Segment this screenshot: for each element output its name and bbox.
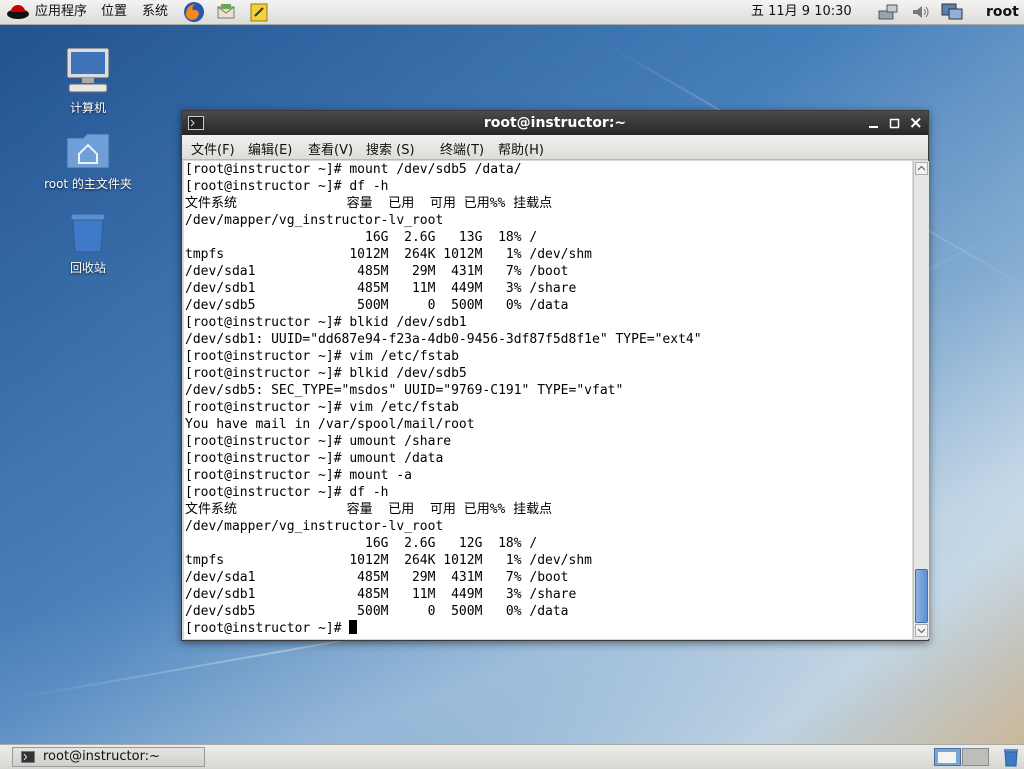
terminal-taskbar-icon [21, 751, 35, 763]
terminal-line: [root@instructor ~]# umount /share [185, 433, 702, 450]
menu-file[interactable]: 文件(F) [191, 139, 235, 158]
terminal-line: 文件系统 容量 已用 可用 已用%% 挂载点 [185, 501, 702, 518]
menu-help[interactable]: 帮助(H) [498, 139, 544, 158]
terminal-line: tmpfs 1012M 264K 1012M 1% /dev/shm [185, 246, 702, 263]
terminal-menubar: 文件(F) 编辑(E) 查看(V) 搜索 (S) 终端(T) 帮助(H) [182, 135, 928, 160]
taskbar-terminal-label: root@instructor:~ [43, 748, 160, 766]
terminal-line: You have mail in /var/spool/mail/root [185, 416, 702, 433]
network-icon[interactable] [877, 3, 899, 21]
applications-menu[interactable]: 应用程序 [35, 3, 87, 21]
terminal-window-icon[interactable] [188, 116, 204, 130]
desktop-icon-label: 计算机 [38, 99, 138, 116]
terminal-line: /dev/sdb5 500M 0 500M 0% /data [185, 297, 702, 314]
terminal-line: 文件系统 容量 已用 可用 已用%% 挂载点 [185, 195, 702, 212]
workspace-2[interactable] [962, 748, 989, 766]
terminal-line: 16G 2.6G 13G 18% / [185, 229, 702, 246]
taskbar-terminal-button[interactable]: root@instructor:~ [12, 747, 205, 767]
terminal-line: [root@instructor ~]# umount /data [185, 450, 702, 467]
desktop-icon-label: 回收站 [38, 259, 138, 276]
terminal-line: tmpfs 1012M 264K 1012M 1% /dev/shm [185, 552, 702, 569]
redhat-logo-icon[interactable] [6, 3, 30, 21]
user-name[interactable]: root [986, 3, 1019, 21]
terminal-title: root@instructor:~ [484, 115, 626, 131]
menu-search[interactable]: 搜索 (S) [366, 139, 415, 158]
firefox-icon[interactable] [183, 1, 205, 23]
terminal-line: [root@instructor ~]# df -h [185, 484, 702, 501]
bottom-panel: root@instructor:~ [0, 744, 1024, 769]
scrollbar-thumb[interactable] [915, 569, 928, 623]
workspace-window-thumb [938, 752, 956, 763]
terminal-line: /dev/sdb5: SEC_TYPE="msdos" UUID="9769-C… [185, 382, 702, 399]
terminal-line: /dev/sdb5 500M 0 500M 0% /data [185, 603, 702, 620]
terminal-output[interactable]: [root@instructor ~]# mount /dev/sdb5 /da… [184, 161, 912, 639]
desktop-icon-label: root 的主文件夹 [38, 175, 138, 192]
top-panel: 应用程序 位置 系统 五 11月 9 10:30 root [0, 0, 1024, 25]
mail-client-icon[interactable] [215, 1, 237, 23]
terminal-window[interactable]: root@instructor:~ 文件(F) 编辑(E) 查看(V) 搜索 (… [181, 110, 929, 641]
clock[interactable]: 五 11月 9 10:30 [751, 3, 852, 21]
terminal-line: [root@instructor ~]# vim /etc/fstab [185, 399, 702, 416]
terminal-line: [root@instructor ~]# blkid /dev/sdb1 [185, 314, 702, 331]
desktop-icon-home[interactable]: root 的主文件夹 [38, 130, 138, 192]
terminal-scrollbar[interactable] [913, 161, 929, 639]
terminal-titlebar[interactable]: root@instructor:~ [182, 111, 928, 135]
terminal-line: [root@instructor ~]# mount /dev/sdb5 /da… [185, 161, 702, 178]
system-menu[interactable]: 系统 [142, 3, 168, 21]
places-menu[interactable]: 位置 [101, 3, 127, 21]
terminal-line: /dev/sda1 485M 29M 431M 7% /boot [185, 569, 702, 586]
terminal-cursor [349, 620, 357, 634]
terminal-line: [root@instructor ~]# df -h [185, 178, 702, 195]
terminal-line: [root@instructor ~]# mount -a [185, 467, 702, 484]
menu-edit[interactable]: 编辑(E) [248, 139, 292, 158]
desktop-icon-trash[interactable]: 回收站 [38, 210, 138, 276]
desktop-icon-computer[interactable]: 计算机 [38, 46, 138, 116]
terminal-line: /dev/mapper/vg_instructor-lv_root [185, 518, 702, 535]
terminal-line: [root@instructor ~]# vim /etc/fstab [185, 348, 702, 365]
trash-applet-icon[interactable] [1001, 747, 1021, 767]
menu-terminal[interactable]: 终端(T) [440, 139, 484, 158]
menu-view[interactable]: 查看(V) [308, 139, 353, 158]
terminal-line: /dev/sdb1 485M 11M 449M 3% /share [185, 280, 702, 297]
terminal-line: 16G 2.6G 12G 18% / [185, 535, 702, 552]
terminal-lines: [root@instructor ~]# mount /dev/sdb5 /da… [185, 161, 702, 637]
terminal-prompt: [root@instructor ~]# [185, 621, 349, 636]
computer-icon [63, 46, 113, 94]
minimize-icon [868, 111, 880, 135]
close-icon [910, 111, 922, 135]
terminal-prompt-line: [root@instructor ~]# [185, 620, 702, 637]
scroll-down-arrow-icon[interactable] [915, 624, 928, 637]
terminal-line: /dev/sdb1 485M 11M 449M 3% /share [185, 586, 702, 603]
notes-editor-icon[interactable] [248, 1, 270, 23]
workspace-1[interactable] [934, 748, 961, 766]
terminal-line: /dev/mapper/vg_instructor-lv_root [185, 212, 702, 229]
display-icon[interactable] [940, 2, 964, 22]
terminal-line: /dev/sda1 485M 29M 431M 7% /boot [185, 263, 702, 280]
home-folder-icon [65, 130, 111, 170]
scroll-up-arrow-icon[interactable] [915, 162, 928, 175]
terminal-line: [root@instructor ~]# blkid /dev/sdb5 [185, 365, 702, 382]
maximize-icon [889, 111, 901, 135]
trash-icon [66, 210, 110, 254]
terminal-line: /dev/sdb1: UUID="dd687e94-f23a-4db0-9456… [185, 331, 702, 348]
volume-icon[interactable] [910, 3, 932, 21]
